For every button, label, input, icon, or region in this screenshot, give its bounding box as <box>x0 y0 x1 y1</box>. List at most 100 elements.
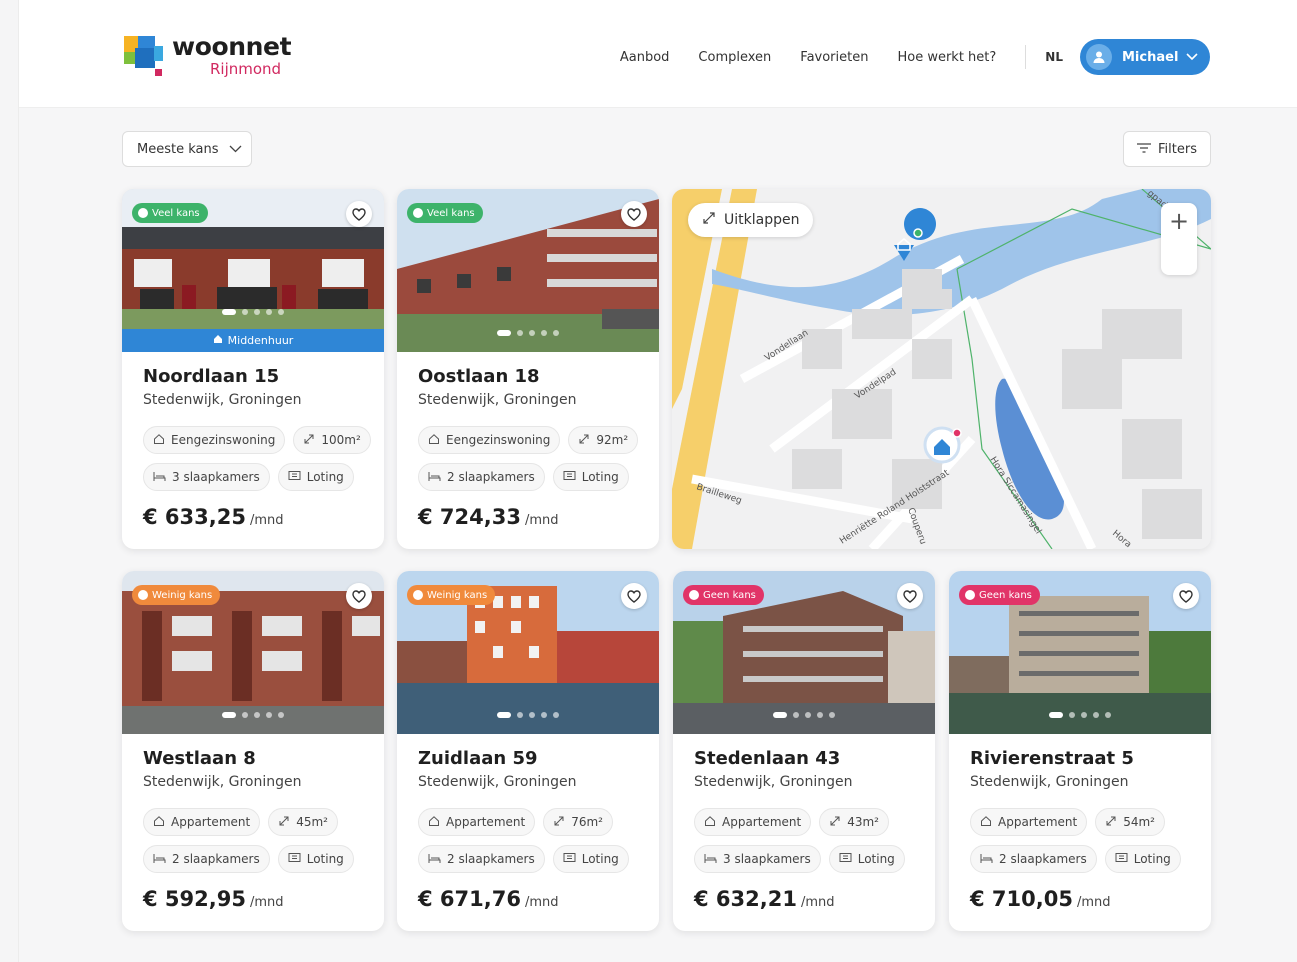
listing-title[interactable]: Oostlaan 18 <box>418 366 540 387</box>
price-value: € 710,05 <box>970 887 1073 911</box>
photo-pagination[interactable] <box>122 712 384 718</box>
chance-label: Weinig kans <box>152 589 213 601</box>
map-panel[interactable]: Vondellaan Vondelpad Brailleweg Hora Sic… <box>672 189 1211 549</box>
method-tag: Loting <box>828 845 905 873</box>
listing-card[interactable]: Weinig kans Zuidlaan 59 Stedenwijk, Gron… <box>397 571 659 931</box>
bed-icon <box>428 852 441 867</box>
price-value: € 671,76 <box>418 887 521 911</box>
chance-badge: Veel kans <box>132 203 208 223</box>
nav-aanbod[interactable]: Aanbod <box>620 50 670 65</box>
ticket-icon <box>563 470 576 484</box>
listing-card[interactable]: Geen kans Stedenlaan 43 Stedenwijk, Gron… <box>673 571 935 931</box>
tag-row: Eengezinswoning 92m² <box>418 426 650 454</box>
listing-photo[interactable]: Geen kans <box>949 571 1211 734</box>
area-tag: 76m² <box>543 808 613 836</box>
listing-photo[interactable]: Weinig kans <box>397 571 659 734</box>
method-label: Loting <box>1133 852 1171 866</box>
chance-label: Veel kans <box>152 207 200 219</box>
listing-photo[interactable]: Weinig kans <box>122 571 384 734</box>
photo-pagination[interactable] <box>949 712 1211 718</box>
chance-badge: Geen kans <box>959 585 1040 605</box>
favorite-heart-icon[interactable] <box>621 583 647 609</box>
tag-row: Appartement 76m² <box>418 808 650 836</box>
photo-pagination[interactable] <box>673 712 935 718</box>
user-name: Michael <box>1122 49 1179 65</box>
area-tag: 43m² <box>819 808 889 836</box>
area-tag: 100m² <box>293 426 371 454</box>
listing-title[interactable]: Westlaan 8 <box>143 748 256 769</box>
listing-price: € 710,05/mnd <box>970 887 1111 911</box>
home-icon <box>980 815 992 830</box>
ticket-icon <box>288 470 301 484</box>
listing-photo[interactable]: Veel kans <box>397 189 659 352</box>
area-label: 76m² <box>571 815 603 829</box>
type-tag: Eengezinswoning <box>143 426 286 454</box>
chevron-down-icon <box>229 142 242 157</box>
woonnet-logo[interactable]: woonnet Rijnmond <box>124 32 294 80</box>
nav-complexen[interactable]: Complexen <box>698 50 771 65</box>
listing-card[interactable]: Weinig kans Westlaan 8 Stedenwijk, Groni… <box>122 571 384 931</box>
favorite-heart-icon[interactable] <box>346 583 372 609</box>
chance-label: Geen kans <box>979 589 1032 601</box>
listing-photo[interactable]: Geen kans <box>673 571 935 734</box>
nav-hoe-werkt-het[interactable]: Hoe werkt het? <box>897 50 996 65</box>
tag-row: 2 slaapkamers Loting <box>418 845 650 873</box>
language-switch[interactable]: NL <box>1045 50 1063 64</box>
expand-icon <box>702 211 716 229</box>
user-menu-button[interactable]: Michael <box>1080 39 1210 75</box>
area-label: 43m² <box>847 815 879 829</box>
rooms-label: 3 slaapkamers <box>723 852 811 866</box>
listing-card[interactable]: Geen kans Rivierenstraat 5 Stedenwijk, G… <box>949 571 1211 931</box>
photo-pagination[interactable] <box>397 712 659 718</box>
listing-location: Stedenwijk, Groningen <box>418 392 577 408</box>
user-icon <box>1086 44 1112 70</box>
listing-title[interactable]: Rivierenstraat 5 <box>970 748 1134 769</box>
photo-pagination[interactable] <box>397 330 659 336</box>
tag-row: Appartement 54m² <box>970 808 1202 836</box>
tag-row: 2 slaapkamers Loting <box>143 845 375 873</box>
tag-row: 3 slaapkamers Loting <box>143 463 375 491</box>
sort-dropdown[interactable]: Meeste kans <box>122 131 252 167</box>
expand-map-button[interactable]: Uitklappen <box>688 203 814 237</box>
chance-label: Geen kans <box>703 589 756 601</box>
nav-favorieten[interactable]: Favorieten <box>800 50 868 65</box>
listing-title[interactable]: Stedenlaan 43 <box>694 748 840 769</box>
favorite-heart-icon[interactable] <box>346 201 372 227</box>
method-tag: Loting <box>552 463 629 491</box>
chance-badge: Geen kans <box>683 585 764 605</box>
photo-pagination[interactable] <box>122 309 384 315</box>
price-value: € 633,25 <box>143 505 246 529</box>
area-icon <box>553 815 565 830</box>
rooms-label: 2 slaapkamers <box>447 470 535 484</box>
listing-card[interactable]: Veel kans Oostlaan 18 Stedenwijk, Gronin… <box>397 189 659 549</box>
type-tag: Appartement <box>418 808 536 836</box>
method-tag: Loting <box>552 845 629 873</box>
price-value: € 632,21 <box>694 887 797 911</box>
listing-price: € 633,25/mnd <box>143 505 284 529</box>
ticket-icon <box>563 852 576 866</box>
type-tag: Appartement <box>143 808 261 836</box>
favorite-heart-icon[interactable] <box>1173 583 1199 609</box>
method-tag: Loting <box>277 463 354 491</box>
map-canvas[interactable]: Vondellaan Vondelpad Brailleweg Hora Sic… <box>672 189 1211 549</box>
listing-title[interactable]: Zuidlaan 59 <box>418 748 538 769</box>
listing-price: € 632,21/mnd <box>694 887 835 911</box>
area-icon <box>829 815 841 830</box>
home-icon <box>428 815 440 830</box>
home-icon <box>153 815 165 830</box>
favorite-heart-icon[interactable] <box>621 201 647 227</box>
method-tag: Loting <box>277 845 354 873</box>
type-label: Appartement <box>171 815 251 829</box>
filters-button[interactable]: Filters <box>1123 131 1211 167</box>
listing-title[interactable]: Noordlaan 15 <box>143 366 279 387</box>
listing-price: € 671,76/mnd <box>418 887 559 911</box>
listing-photo[interactable]: Veel kans Middenhuur <box>122 189 384 352</box>
favorite-heart-icon[interactable] <box>897 583 923 609</box>
zoom-in-button[interactable]: + <box>1161 203 1197 239</box>
rooms-tag: 2 slaapkamers <box>418 463 545 491</box>
type-tag: Appartement <box>694 808 812 836</box>
main-nav: Aanbod Complexen Favorieten Hoe werkt he… <box>620 38 1210 76</box>
filter-icon <box>1137 142 1152 157</box>
listing-card[interactable]: Veel kans Middenhuur Noordlaan 15 Steden… <box>122 189 384 549</box>
price-unit: /mnd <box>524 513 559 528</box>
